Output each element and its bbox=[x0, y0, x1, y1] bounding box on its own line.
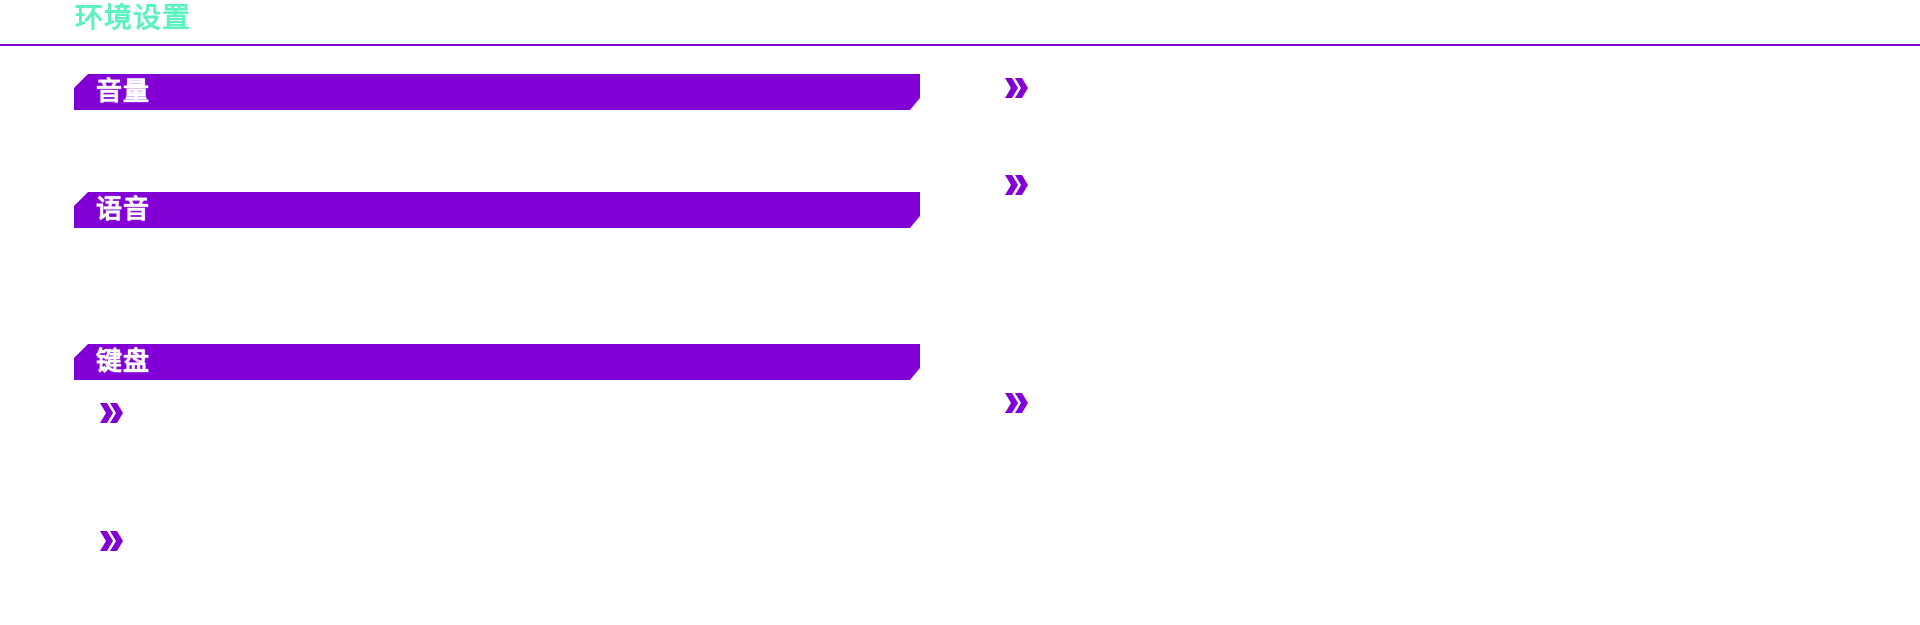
title-divider bbox=[0, 44, 1920, 46]
section-header-voice: 语音 bbox=[74, 192, 920, 228]
section-header-volume: 音量 bbox=[74, 74, 920, 110]
section-label-voice: 语音 bbox=[96, 195, 151, 225]
option-right-2-chevron-icon[interactable] bbox=[1003, 172, 1029, 198]
option-right-1-chevron-icon[interactable] bbox=[1003, 75, 1029, 101]
keyboard-option-1-chevron-icon[interactable] bbox=[98, 400, 124, 426]
keyboard-option-2-chevron-icon[interactable] bbox=[98, 528, 124, 554]
section-label-keyboard: 键盘 bbox=[96, 347, 151, 377]
page-title: 环境设置 bbox=[75, 1, 192, 34]
section-header-keyboard: 键盘 bbox=[74, 344, 920, 380]
option-right-3-chevron-icon[interactable] bbox=[1003, 390, 1029, 416]
section-label-volume: 音量 bbox=[96, 77, 151, 107]
